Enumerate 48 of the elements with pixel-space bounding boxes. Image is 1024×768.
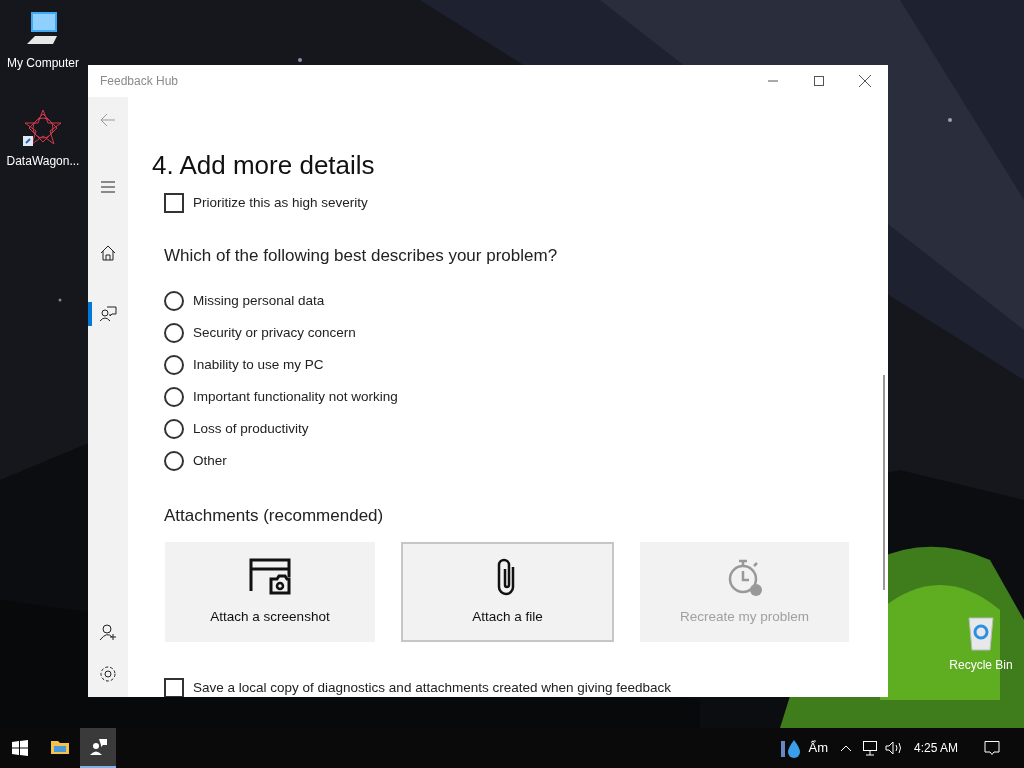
page-heading: 4. Add more details [152, 149, 376, 182]
icon-label: My Computer [7, 55, 79, 72]
option-label: Other [193, 451, 227, 470]
weather-icon[interactable] [780, 738, 803, 758]
radio-button[interactable] [164, 290, 184, 311]
network-icon[interactable] [861, 740, 878, 756]
weather-text[interactable]: Ẩm [808, 738, 828, 758]
file-attach-button[interactable]: Attach a file [401, 542, 614, 643]
radio-button[interactable] [164, 322, 184, 343]
feedback-icon [98, 304, 118, 324]
radio-button[interactable] [164, 418, 184, 439]
option-label: Security or privacy concern [193, 323, 356, 342]
volume-icon[interactable] [883, 740, 904, 756]
desktop-icon[interactable]: Recycle Bin [938, 612, 1024, 674]
recreate-attach-button: Recreate my problem [640, 542, 849, 643]
icon-label: DataWagon... [6, 153, 80, 170]
option-label: Loss of productivity [193, 419, 309, 438]
option-label: Important functionality not working [193, 387, 398, 406]
checkbox-label: Save a local copy of diagnostics and attachments created when giving feedback [193, 679, 672, 697]
question-text: Which of the following best describes your problem? [164, 245, 559, 268]
person-add-icon [98, 622, 118, 642]
chevron-up-icon[interactable] [839, 744, 852, 752]
clock-text[interactable]: 4:25 AM [913, 739, 958, 757]
radio-button[interactable] [164, 354, 184, 375]
screenshot-icon [249, 557, 291, 598]
checkbox[interactable] [164, 678, 184, 697]
option-label: Missing personal data [193, 291, 325, 310]
desktop-icon[interactable]: DataWagon... [0, 108, 86, 170]
scrollbar[interactable] [883, 375, 885, 590]
starburst-icon [23, 108, 63, 148]
close-icon [859, 75, 871, 87]
window-title: Feedback Hub [100, 73, 179, 90]
checkbox[interactable] [164, 193, 184, 214]
notification-icon[interactable] [984, 740, 1000, 756]
section-heading: Attachments (recommended) [164, 504, 385, 527]
desktop-icon[interactable]: My Computer [0, 10, 86, 72]
feedback-taskbar-button[interactable] [80, 728, 116, 768]
radio-button[interactable] [164, 450, 184, 471]
icon-label: Recycle Bin [949, 657, 1013, 674]
option-label: Inability to use my PC [193, 355, 324, 374]
selection-indicator [88, 302, 92, 326]
windows-logo-icon [12, 740, 28, 756]
settings-icon [98, 664, 118, 684]
checkbox-label: Prioritize this as high severity [193, 194, 368, 212]
home-icon [98, 243, 118, 263]
maximize-icon [814, 76, 824, 86]
screenshot-attach-button[interactable]: Attach a screenshot [165, 542, 375, 643]
radio-button[interactable] [164, 386, 184, 407]
